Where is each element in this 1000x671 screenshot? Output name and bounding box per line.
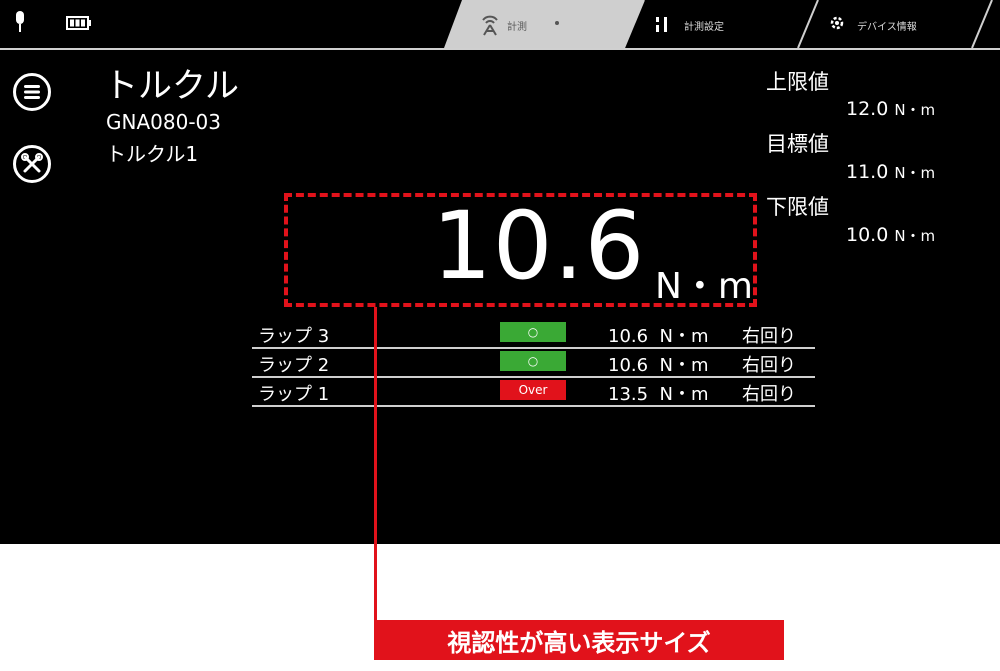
lower-limit-label: 下限値 <box>766 195 829 219</box>
lap-unit: N・m <box>659 355 709 376</box>
settings-sliders-icon <box>656 17 667 32</box>
lap-number: 13.5 <box>608 384 649 405</box>
lap-status-badge: ○ <box>500 351 566 371</box>
callout-line-lower <box>374 544 377 622</box>
lap-direction: 右回り <box>742 355 796 376</box>
target-label: 目標値 <box>766 132 829 156</box>
target-number: 11.0 <box>846 161 889 183</box>
lap-direction: 右回り <box>742 384 796 405</box>
lap-label: ラップ 2 <box>258 355 330 376</box>
lap-row: ラップ 3 ○ 10.6 N・m 右回り <box>252 318 815 349</box>
lap-value: 10.6 N・m <box>608 322 709 348</box>
device-screen: 計測 計測設定 デバイス情報 トルクル GNA080-03 トルクル1 上限値 … <box>0 0 1000 544</box>
lower-limit-value: 10.0 N・m <box>846 224 935 246</box>
lap-status-badge: ○ <box>500 322 566 342</box>
target-unit: N・m <box>894 164 936 182</box>
tab-bar: 計測 計測設定 デバイス情報 <box>0 0 1000 50</box>
lap-direction: 右回り <box>742 326 796 347</box>
upper-limit-label: 上限値 <box>766 70 829 94</box>
device-title: トルクル <box>104 66 239 106</box>
device-model: GNA080-03 <box>106 110 221 134</box>
callout-line <box>374 307 377 544</box>
lap-status-badge: Over <box>500 380 566 400</box>
lap-value: 10.6 N・m <box>608 351 709 377</box>
hamburger-icon <box>24 85 40 99</box>
upper-limit-number: 12.0 <box>846 98 889 120</box>
header-divider <box>0 48 1000 50</box>
callout-label: 視認性が高い表示サイズ <box>374 620 784 660</box>
lap-row: ラップ 1 Over 13.5 N・m 右回り <box>252 376 815 407</box>
tools-icon <box>21 153 43 173</box>
lap-row: ラップ 2 ○ 10.6 N・m 右回り <box>252 347 815 378</box>
lap-unit: N・m <box>659 326 709 347</box>
upper-limit-value: 12.0 N・m <box>846 98 935 120</box>
lap-label: ラップ 3 <box>258 326 330 347</box>
torque-reading: 10.6 <box>432 192 646 301</box>
lower-limit-unit: N・m <box>894 227 936 245</box>
lap-unit: N・m <box>659 384 709 405</box>
lap-label: ラップ 1 <box>258 384 330 405</box>
tab-device-info[interactable]: デバイス情報 <box>857 18 917 33</box>
signal-icon <box>482 15 498 36</box>
tools-button[interactable] <box>13 145 51 183</box>
tab-measure[interactable]: 計測 <box>507 18 527 33</box>
upper-limit-unit: N・m <box>894 101 936 119</box>
lap-number: 10.6 <box>608 326 649 347</box>
lap-number: 10.6 <box>608 355 649 376</box>
device-gear-icon <box>830 16 844 30</box>
status-dot-icon <box>555 21 559 25</box>
torque-unit: N・m <box>655 266 753 307</box>
target-value: 11.0 N・m <box>846 161 935 183</box>
lower-limit-number: 10.0 <box>846 224 889 246</box>
tool-name: トルクル1 <box>106 142 199 166</box>
menu-button[interactable] <box>13 73 51 111</box>
tab-shapes <box>444 0 993 49</box>
lap-value: 13.5 N・m <box>608 380 709 406</box>
tab-measure-settings[interactable]: 計測設定 <box>684 18 724 33</box>
